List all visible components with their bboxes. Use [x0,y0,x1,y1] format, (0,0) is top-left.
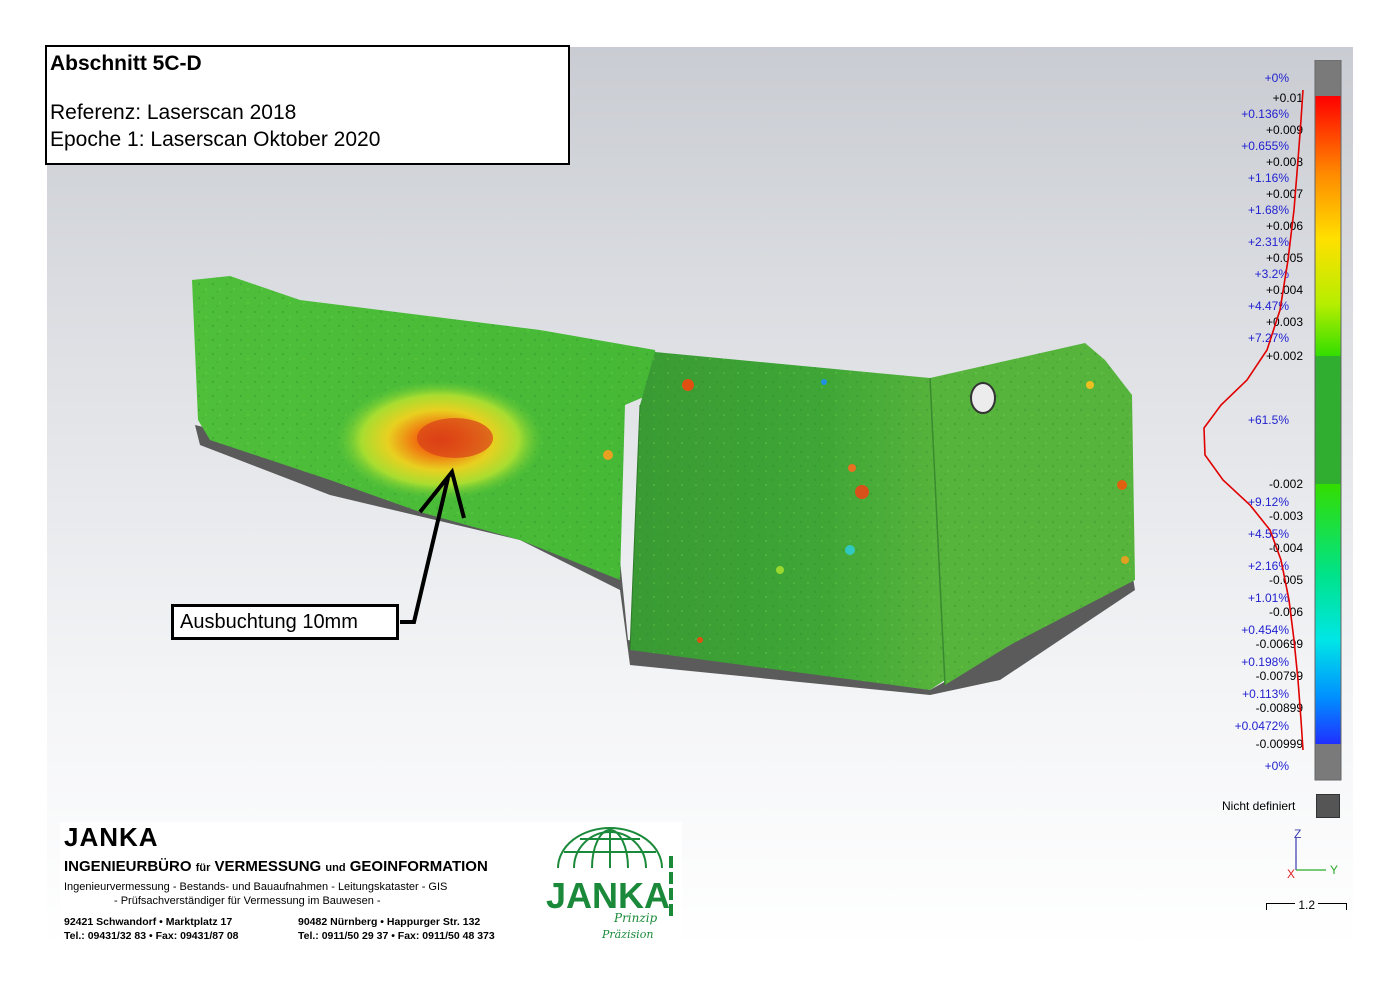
svg-text:Präzision: Präzision [601,928,653,941]
scale-percent-label: +0.136% [1241,107,1289,121]
undefined-legend-label: Nicht definiert [1222,799,1296,813]
scale-value-label: -0.00899 [1256,701,1304,715]
scale-percent-label: +0% [1265,71,1290,85]
scale-percent-label: +0.198% [1241,655,1289,669]
scale-percent-label: +1.68% [1248,203,1289,217]
scale-percent-label: +9.12% [1248,495,1289,509]
bulge-callout-label: Ausbuchtung 10mm [171,604,399,640]
scale-value-label: +0.01 [1273,91,1304,105]
axis-triad: Z Y X [1287,827,1338,881]
scale-percent-label: +2.31% [1248,235,1289,249]
x-axis-label: X [1287,867,1295,881]
scale-value-label: +0.009 [1266,123,1303,137]
scale-overflow-top [1315,60,1341,96]
scale-value-label: +0.007 [1266,187,1303,201]
scale-percent-label: +0.454% [1241,623,1289,637]
section-title: Abschnitt 5C-D [50,52,202,75]
company-office-line: INGENIEURBÜRO für VERMESSUNG und GEOINFO… [64,858,488,875]
section-title-box: Abschnitt 5C-D Referenz: Laserscan 2018 … [45,45,570,165]
company-addresses: 92421 Schwandorf • Marktplatz 17 90482 Nü… [64,916,495,942]
scale-value-label: -0.00799 [1256,669,1304,683]
y-axis-label: Y [1330,863,1338,877]
scale-value-label: +0.006 [1266,219,1303,233]
scale-value-label: -0.00999 [1256,737,1304,751]
svg-text:Prinzip: Prinzip [613,911,658,925]
scale-segment-tolerance [1315,356,1341,484]
scale-percent-label: +3.2% [1255,267,1290,281]
company-footer: JANKA INGENIEURBÜRO für VERMESSUNG und G… [60,822,682,944]
company-logo: JANKA Prinzip Präzision [546,827,673,941]
scale-percent-label: +0.655% [1241,139,1289,153]
scale-value-label: -0.002 [1269,477,1303,491]
logo-wordmark: JANKA [546,875,670,916]
scale-value-label: +0.003 [1266,315,1303,329]
scale-percent-label: +61.5% [1248,413,1289,427]
company-services: Ingenieurvermessung - Bestands- und Baua… [64,881,448,907]
scale-overflow-bottom [1315,744,1341,780]
color-scale-bar [1314,60,1342,781]
reference-label: Referenz: Laserscan 2018 [50,101,297,124]
scale-percent-label: +1.01% [1248,591,1289,605]
scale-segment-positive [1315,96,1341,356]
scale-value-label: -0.003 [1269,509,1303,523]
color-scale-labels: +0%+0.01+0.136%+0.009+0.655%+0.008+1.16%… [1235,71,1304,773]
scale-percent-label: +0.113% [1242,687,1289,701]
z-axis-label: Z [1294,827,1301,841]
scale-value-label: +0.002 [1266,349,1303,363]
globe-icon [557,827,663,869]
scale-value-label: -0.00699 [1256,637,1304,651]
deviation-color-scale: +0%+0.01+0.136%+0.009+0.655%+0.008+1.16%… [1203,60,1342,781]
scale-percent-label: +0.0472% [1235,719,1290,733]
undefined-legend-swatch [1316,794,1340,818]
wall-opening [970,382,996,414]
scale-bar-value: 1.2 [1298,898,1316,912]
company-name: JANKA [64,822,159,852]
scale-percent-label: +0% [1265,759,1290,773]
scale-bar: 1.2 [1266,898,1348,912]
scale-value-label: -0.006 [1269,605,1303,619]
scale-value-label: +0.005 [1266,251,1303,265]
scale-percent-label: +1.16% [1248,171,1289,185]
scale-segment-negative [1315,484,1341,744]
scale-percent-label: +4.47% [1248,299,1289,313]
epoch-label: Epoche 1: Laserscan Oktober 2020 [50,128,381,151]
